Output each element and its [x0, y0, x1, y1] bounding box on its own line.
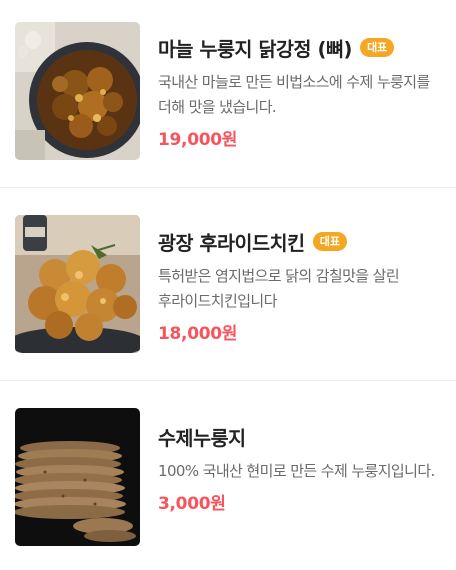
title-row: 수제누룽지: [158, 421, 442, 451]
menu-item[interactable]: 마늘 누룽지 닭강정 (뼈) 대표 국내산 마늘로 만든 비법소스에 수제 누룽…: [0, 0, 456, 187]
title-row: 광장 후라이드치킨 대표: [158, 226, 442, 256]
menu-item[interactable]: 광장 후라이드치킨 대표 특허받은 염지법으로 닭의 감칠맛을 살린 후라이드치…: [0, 188, 456, 380]
menu-info: 광장 후라이드치킨 대표 특허받은 염지법으로 닭의 감칠맛을 살린 후라이드치…: [158, 226, 442, 344]
menu-info: 마늘 누룽지 닭강정 (뼈) 대표 국내산 마늘로 만든 비법소스에 수제 누룽…: [158, 32, 442, 150]
menu-price: 18,000원: [158, 324, 238, 344]
menu-title: 수제누룽지: [158, 426, 246, 450]
menu-price: 19,000원: [158, 130, 238, 150]
fried-chicken-photo: [15, 215, 140, 353]
nurungji-photo: [15, 408, 140, 546]
signature-badge: 대표: [312, 231, 347, 251]
garlic-fried-chicken-photo: [15, 22, 140, 160]
menu-description: 100% 국내산 현미로 만든 수제 누룽지입니다.: [158, 462, 435, 480]
signature-badge: 대표: [360, 37, 395, 57]
menu-description: 국내산 마늘로 만든 비법소스에 수제 누룽지를 더해 맛을 냈습니다.: [158, 73, 430, 116]
menu-item[interactable]: 수제누룽지 100% 국내산 현미로 만든 수제 누룽지입니다. 3,000원: [0, 381, 456, 570]
menu-info: 수제누룽지 100% 국내산 현미로 만든 수제 누룽지입니다. 3,000원: [158, 421, 442, 515]
menu-title: 마늘 누룽지 닭강정 (뼈): [158, 37, 353, 61]
menu-title: 광장 후라이드치킨: [158, 231, 305, 255]
menu-price: 3,000원: [158, 494, 226, 514]
menu-description: 특허받은 염지법으로 닭의 감칠맛을 살린 후라이드치킨입니다: [158, 267, 400, 310]
title-row: 마늘 누룽지 닭강정 (뼈) 대표: [158, 32, 442, 62]
